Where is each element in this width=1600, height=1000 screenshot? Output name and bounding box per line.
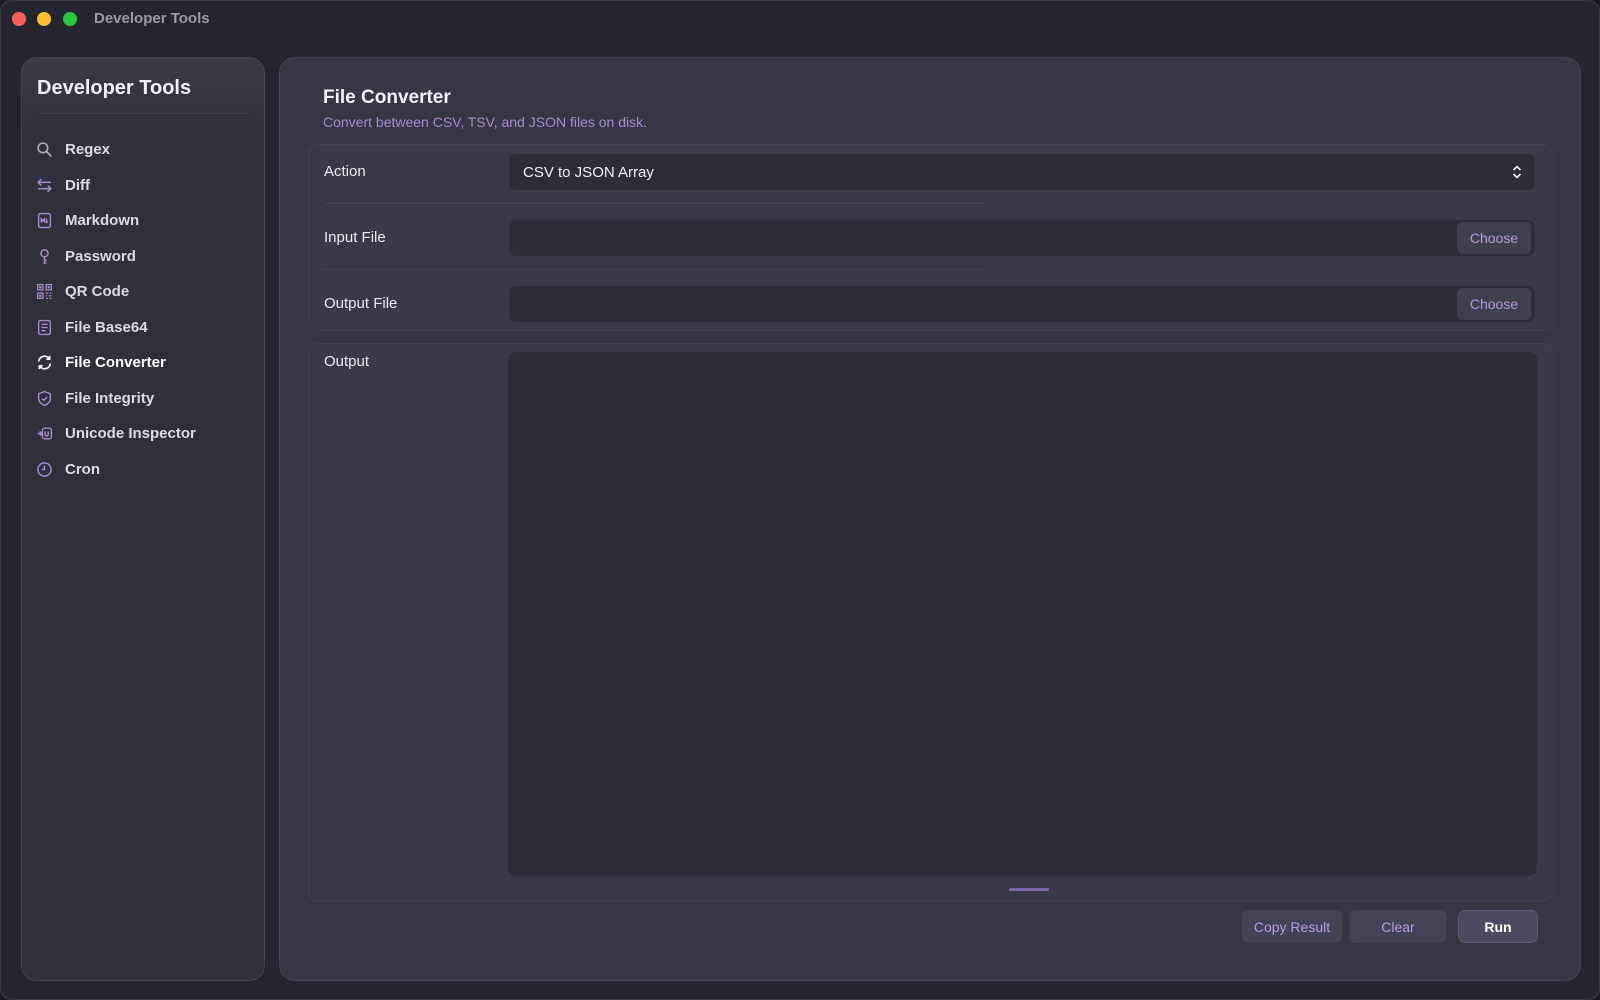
choose-input-file-button[interactable]: Choose	[1457, 222, 1531, 254]
output-file-label: Output File	[324, 295, 398, 312]
clear-button[interactable]: Clear	[1349, 910, 1447, 943]
action-select[interactable]: CSV to JSON Array	[509, 154, 1535, 190]
titlebar: Developer Tools	[1, 1, 1599, 37]
sidebar-item-unicode-inspector[interactable]: Unicode Inspector	[22, 416, 264, 452]
clock-icon	[36, 461, 53, 478]
arrows-swap-icon	[36, 177, 53, 194]
sidebar-item-label: Regex	[65, 141, 111, 159]
main-panel: File Converter Convert between CSV, TSV,…	[279, 57, 1581, 981]
input-file-row: Input File Choose	[309, 220, 1552, 256]
output-textarea[interactable]	[508, 352, 1537, 876]
sidebar-item-cron[interactable]: Cron	[22, 452, 264, 488]
choose-output-file-button[interactable]: Choose	[1457, 288, 1531, 320]
sidebar-item-label: Cron	[65, 460, 100, 478]
document-icon	[36, 319, 53, 336]
sidebar-item-file-integrity[interactable]: File Integrity	[22, 381, 264, 417]
output-label: Output	[324, 353, 370, 370]
action-label: Action	[324, 163, 366, 180]
output-section: Output	[308, 343, 1553, 902]
copy-result-button[interactable]: Copy Result	[1242, 910, 1342, 943]
sidebar-divider	[37, 113, 251, 114]
sidebar-item-label: Markdown	[65, 212, 140, 230]
output-file-row: Output File Choose	[309, 286, 1552, 322]
unicode-icon	[36, 425, 53, 442]
sidebar-item-file-base64[interactable]: File Base64	[22, 310, 264, 346]
sidebar-title: Developer Tools	[37, 77, 192, 99]
resize-handle[interactable]	[1009, 888, 1049, 891]
markdown-doc-icon	[36, 212, 53, 229]
sidebar-item-diff[interactable]: Diff	[22, 168, 264, 204]
search-icon	[36, 141, 53, 158]
sidebar-item-label: Diff	[65, 176, 90, 194]
sidebar: Developer Tools Regex Diff Markdown Pass…	[21, 57, 265, 981]
run-button[interactable]: Run	[1458, 910, 1538, 943]
action-row: Action CSV to JSON Array	[309, 154, 1552, 190]
page-subtitle: Convert between CSV, TSV, and JSON files…	[323, 114, 647, 130]
sidebar-item-regex[interactable]: Regex	[22, 132, 264, 168]
action-select-value: CSV to JSON Array	[523, 163, 654, 181]
window-title: Developer Tools	[94, 10, 210, 27]
chevron-up-down-icon	[1512, 165, 1522, 179]
sidebar-item-qr-code[interactable]: QR Code	[22, 274, 264, 310]
zoom-window-button[interactable]	[63, 12, 77, 26]
row-divider	[324, 269, 984, 270]
qr-code-icon	[36, 283, 53, 300]
refresh-icon	[36, 354, 53, 371]
minimize-window-button[interactable]	[37, 12, 51, 26]
sidebar-item-file-converter[interactable]: File Converter	[22, 345, 264, 381]
converter-form: Action CSV to JSON Array Input File Choo…	[308, 144, 1553, 331]
row-divider	[324, 203, 984, 204]
sidebar-item-label: QR Code	[65, 283, 130, 301]
sidebar-item-label: File Converter	[65, 354, 166, 372]
sidebar-item-label: File Integrity	[65, 389, 155, 407]
sidebar-nav: Regex Diff Markdown Password QR Code Fil…	[22, 132, 264, 487]
sidebar-item-password[interactable]: Password	[22, 239, 264, 275]
sidebar-item-label: Password	[65, 247, 136, 265]
input-file-label: Input File	[324, 229, 386, 246]
output-file-field[interactable]: Choose	[509, 286, 1535, 322]
page-title: File Converter	[323, 87, 451, 108]
app-window: Developer Tools Developer Tools Regex Di…	[0, 0, 1600, 1000]
key-icon	[36, 248, 53, 265]
close-window-button[interactable]	[12, 12, 26, 26]
input-file-field[interactable]: Choose	[509, 220, 1535, 256]
sidebar-item-markdown[interactable]: Markdown	[22, 203, 264, 239]
shield-check-icon	[36, 390, 53, 407]
sidebar-item-label: File Base64	[65, 318, 148, 336]
sidebar-item-label: Unicode Inspector	[65, 425, 196, 443]
